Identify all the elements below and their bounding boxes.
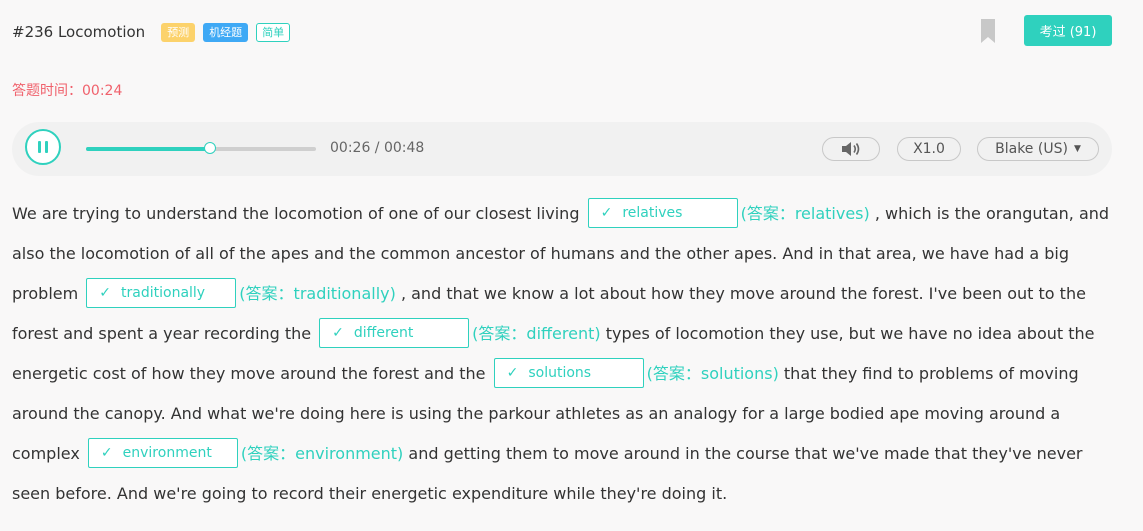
answer-blank-2[interactable]: ✓ traditionally [86, 277, 237, 308]
check-icon: ✓ [332, 324, 344, 341]
pause-icon [38, 141, 41, 153]
progress-fill [86, 147, 211, 151]
pause-icon-bar [45, 141, 48, 153]
progress-knob[interactable] [204, 142, 217, 154]
voice-label: Blake (US) [995, 141, 1068, 157]
question-header: #236 Locomotion 预测 机经题 简单 [12, 19, 1132, 45]
answer-blank-4[interactable]: ✓ solutions [493, 357, 644, 388]
voice-select[interactable]: Blake (US) ▼ [977, 137, 1099, 161]
audio-player: 00:26 / 00:48 X1.0 Blake (US) ▼ [12, 122, 1112, 176]
blank-value: relatives [622, 204, 683, 221]
passage-segment: We are trying to understand the locomoti… [12, 204, 580, 223]
check-icon: ✓ [600, 204, 613, 221]
check-icon: ✓ [99, 284, 112, 301]
bookmark-icon[interactable] [980, 18, 996, 44]
jijing-tag: 机经题 [203, 22, 249, 42]
check-icon: ✓ [100, 444, 113, 461]
answer-blank-3[interactable]: ✓ different [319, 317, 470, 348]
caret-down-icon: ▼ [1073, 144, 1081, 154]
correct-answer: (答案：relatives) [740, 204, 870, 223]
predict-tag: 预测 [161, 22, 196, 42]
correct-answer: (答案：traditionally) [239, 284, 396, 303]
correct-answer: (答案：different) [472, 324, 601, 343]
progress-track[interactable] [86, 142, 316, 154]
difficulty-tag: 简单 [256, 22, 291, 42]
pause-button[interactable] [25, 129, 61, 165]
passage-text: We are trying to understand the locomoti… [12, 194, 1117, 514]
answer-timer: 答题时间：00:24 [12, 83, 123, 99]
correct-answer: (答案：solutions) [646, 364, 779, 383]
time-readout: 00:26 / 00:48 [330, 140, 425, 156]
answer-blank-5[interactable]: ✓ environment [87, 437, 238, 468]
volume-icon [842, 142, 860, 156]
blank-value: solutions [528, 364, 592, 381]
blank-value: environment [122, 444, 212, 461]
blank-value: different [353, 324, 414, 341]
question-title: #236 Locomotion [12, 23, 146, 41]
answer-blank-1[interactable]: ✓ relatives [587, 197, 738, 228]
volume-button[interactable] [822, 137, 880, 161]
pass-count-button[interactable]: 考过 (91) [1024, 15, 1112, 46]
blank-value: traditionally [121, 284, 206, 301]
speed-button[interactable]: X1.0 [897, 137, 961, 161]
correct-answer: (答案：environment) [240, 444, 404, 463]
check-icon: ✓ [506, 364, 519, 381]
